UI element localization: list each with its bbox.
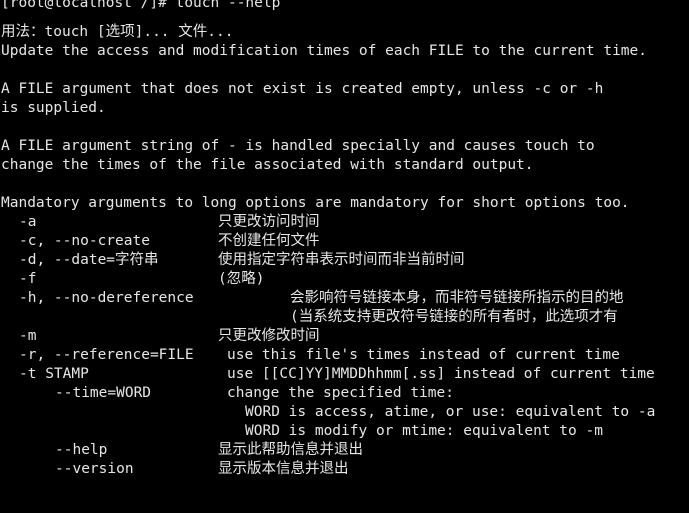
option-flag: -f (19, 271, 37, 287)
option-description: 使用指定字符串表示时间而非当前时间 (218, 252, 465, 268)
option-description-continued: WORD is modify or mtime: equivalent to -… (245, 423, 603, 439)
option-flag: -m (19, 328, 37, 344)
option-description: 只更改访问时间 (218, 214, 320, 230)
option-description-continued: (当系统支持更改符号链接的所有者时，此选项才有 (290, 309, 618, 325)
description-line: Update the access and modification times… (1, 43, 648, 59)
mandatory-args-line: Mandatory arguments to long options are … (1, 195, 630, 211)
usage-line: 用法：touch [选项]... 文件... (1, 24, 234, 40)
description-line: is supplied. (1, 100, 106, 116)
option-description: 不创建任何文件 (218, 233, 320, 249)
description-line: A FILE argument string of - is handled s… (1, 138, 595, 154)
option-description: 会影响符号链接本身，而非符号链接所指示的目的地 (290, 290, 624, 306)
option-description: 显示版本信息并退出 (218, 461, 349, 477)
option-flag: --version (55, 461, 134, 477)
terminal-window[interactable]: [root@localhost /]# touch --help 用法：touc… (0, 0, 689, 513)
option-flag: --help (55, 442, 108, 458)
description-line: change the times of the file associated … (1, 157, 534, 173)
option-flag: -h, --no-dereference (19, 290, 194, 306)
option-description: use [[CC]YY]MMDDhhmm[.ss] instead of cur… (227, 366, 655, 382)
option-description: (忽略) (218, 271, 265, 287)
option-flag: --time=WORD (55, 385, 152, 401)
option-flag: -r, --reference=FILE (19, 347, 194, 363)
option-description: change the specified time: (227, 385, 454, 401)
option-flag: -t STAMP (19, 366, 89, 382)
prompt-line: [root@localhost /]# touch --help (1, 0, 281, 11)
option-flag: -c, --no-create (19, 233, 150, 249)
option-description: use this file's times instead of current… (227, 347, 620, 363)
option-description: 显示此帮助信息并退出 (218, 442, 363, 458)
description-line: A FILE argument that does not exist is c… (1, 81, 604, 97)
option-description: 只更改修改时间 (218, 328, 320, 344)
option-description-continued: WORD is access, atime, or use: equivalen… (245, 404, 656, 420)
option-flag: -a (19, 214, 37, 230)
option-flag: -d, --date=字符串 (19, 252, 159, 268)
